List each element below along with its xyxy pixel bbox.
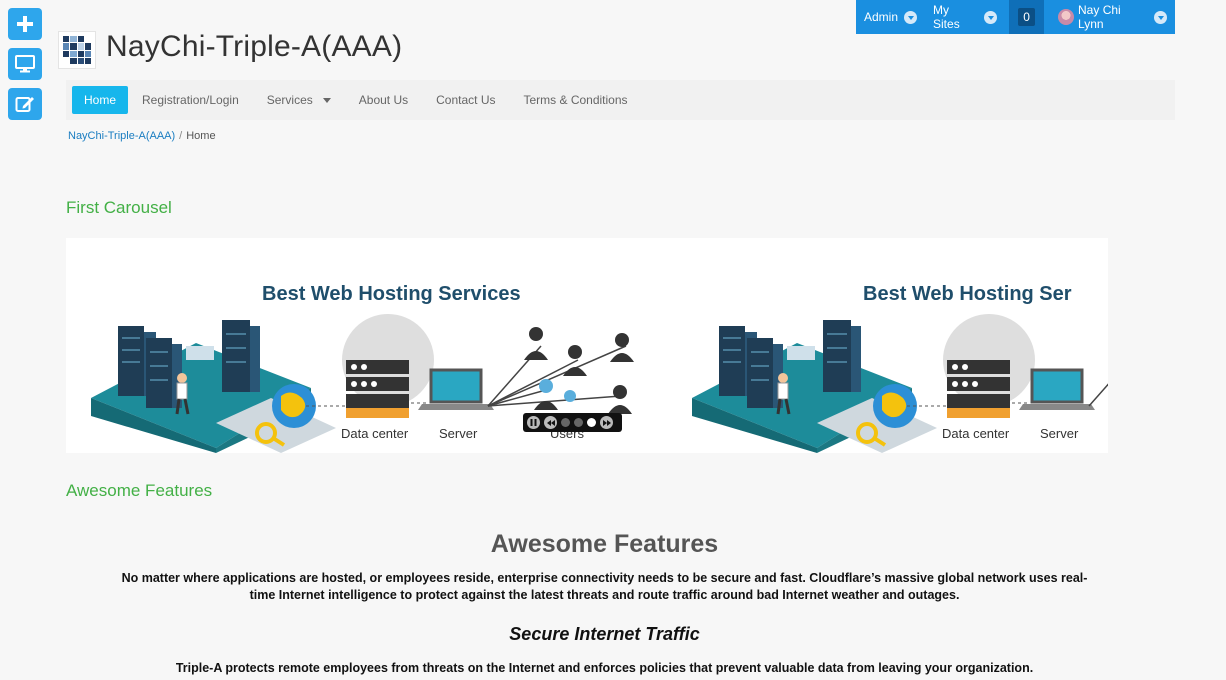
nav-contact-us[interactable]: Contact Us — [422, 86, 509, 114]
breadcrumb: NayChi-Triple-A(AAA) / Home — [68, 130, 216, 142]
avatar — [1058, 9, 1075, 25]
my-sites-menu[interactable]: My Sites — [925, 0, 1005, 34]
nav-services[interactable]: Services — [253, 86, 345, 114]
caption-server: Server — [1040, 426, 1079, 441]
features-heading: Awesome Features — [490, 530, 719, 558]
main-nav: Home Registration/Login Services About U… — [66, 80, 1175, 120]
next-slide-button[interactable] — [600, 416, 613, 429]
pause-button[interactable] — [527, 416, 540, 429]
edit-button[interactable] — [8, 88, 42, 120]
admin-bar: Admin My Sites 0 Nay Chi Lynn — [856, 0, 1175, 34]
carousel-heading: First Carousel — [66, 198, 172, 217]
nav-terms[interactable]: Terms & Conditions — [509, 86, 641, 114]
preview-button[interactable] — [8, 48, 42, 80]
caret-down-icon — [322, 97, 331, 103]
previous-slide-button[interactable] — [544, 416, 557, 429]
site-title[interactable]: NayChi-Triple-A(AAA) — [106, 30, 402, 64]
pause-icon — [530, 419, 537, 426]
plus-icon — [17, 16, 33, 32]
admin-menu[interactable]: Admin — [856, 0, 925, 34]
breadcrumb-current: Home — [186, 130, 216, 142]
notification-counter[interactable]: 0 — [1008, 0, 1045, 34]
features-section-heading: Awesome Features — [66, 481, 213, 500]
nav-home[interactable]: Home — [72, 86, 129, 114]
add-button[interactable] — [8, 8, 42, 40]
secure-traffic-text: Triple-A protects remote employees from … — [175, 661, 1034, 675]
my-sites-label: My Sites — [933, 3, 960, 31]
notification-count: 0 — [1018, 8, 1035, 26]
caption-server: Server — [439, 426, 478, 441]
hosting-illustration — [692, 314, 1108, 453]
breadcrumb-separator: / — [179, 130, 183, 142]
user-menu[interactable]: Nay Chi Lynn — [1050, 0, 1175, 34]
site-logo[interactable] — [58, 31, 96, 69]
desktop-icon — [15, 55, 35, 73]
nav-services-label: Services — [266, 93, 313, 107]
features-intro: No matter where applications are hosted,… — [121, 571, 1088, 602]
caption-data-center: Data center — [341, 426, 409, 441]
nav-about-us[interactable]: About Us — [345, 86, 422, 114]
chevron-down-icon — [1154, 10, 1168, 24]
chevron-down-icon — [984, 10, 997, 24]
carousel-controls — [523, 413, 622, 432]
carousel-dot[interactable] — [561, 418, 570, 427]
chevron-down-icon — [904, 10, 918, 24]
carousel-slide: Best Web Hosting Ser Data center Server — [667, 238, 1108, 453]
edit-icon — [15, 97, 34, 112]
caption-data-center: Data center — [942, 426, 1010, 441]
rewind-icon — [546, 419, 555, 426]
user-name: Nay Chi Lynn — [1078, 3, 1121, 31]
secure-traffic-heading: Secure Internet Traffic — [509, 624, 700, 644]
breadcrumb-root[interactable]: NayChi-Triple-A(AAA) — [68, 130, 175, 142]
fast-forward-icon — [602, 419, 611, 426]
nav-registration-login[interactable]: Registration/Login — [128, 86, 253, 114]
carousel-dot-active[interactable] — [587, 418, 596, 427]
carousel-dot[interactable] — [574, 418, 583, 427]
admin-menu-label: Admin — [864, 10, 899, 24]
